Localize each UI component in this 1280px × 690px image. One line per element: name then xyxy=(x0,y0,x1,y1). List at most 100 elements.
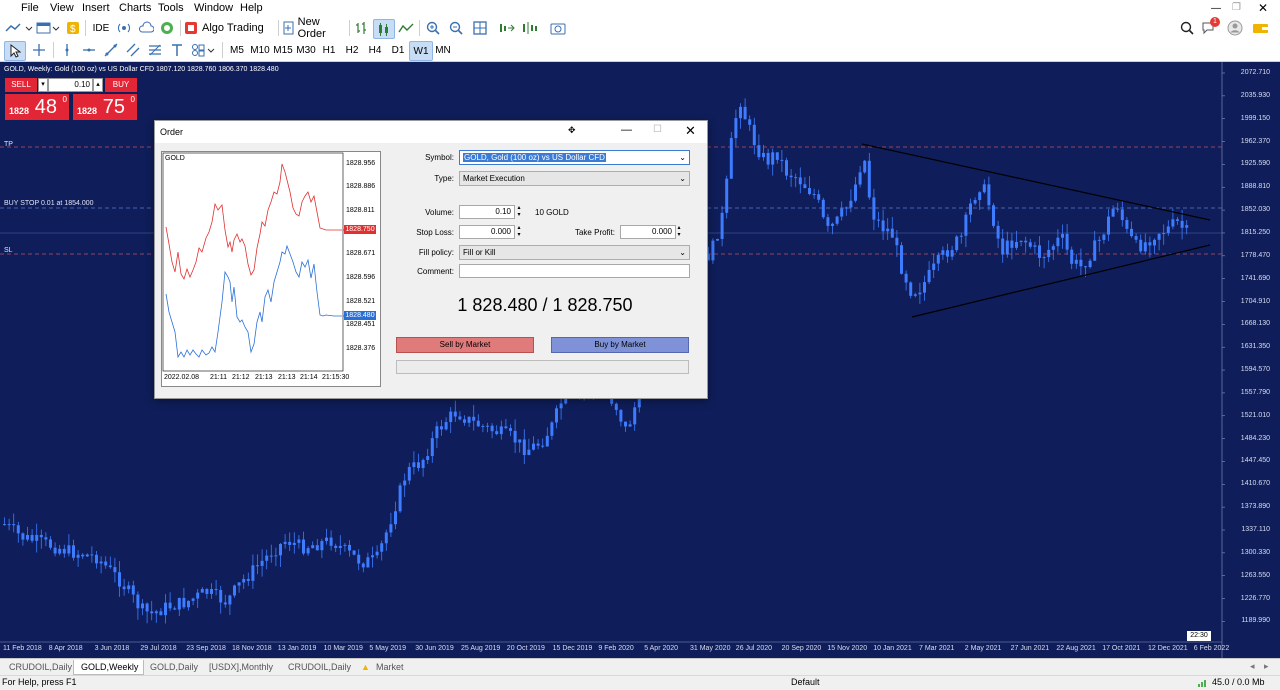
dialog-titlebar[interactable]: Order ✥ — ☐ ✕ xyxy=(155,121,707,143)
search-button[interactable] xyxy=(1178,19,1196,37)
price-axis-label: 1852.030 xyxy=(1240,206,1270,214)
dialog-maximize-icon[interactable]: ☐ xyxy=(653,124,662,135)
line-chart-button[interactable] xyxy=(397,19,415,37)
timeframe-h4-button[interactable]: H4 xyxy=(364,41,386,59)
timeframe-mn-button[interactable]: MN xyxy=(432,41,454,59)
timeframe-m10-button[interactable]: M10 xyxy=(249,41,271,59)
volume-spinner[interactable]: ▴ ▾ xyxy=(515,205,523,219)
type-select[interactable]: Market Execution ⌄ xyxy=(459,171,690,186)
scroll-left-icon[interactable]: ◂ xyxy=(1250,661,1255,672)
volume-up-button[interactable]: ▴ xyxy=(93,78,103,92)
tile-windows-button[interactable] xyxy=(471,19,489,37)
vertical-line-tool-button[interactable] xyxy=(56,41,78,59)
marketplace-button[interactable] xyxy=(1251,19,1271,37)
minimize-icon[interactable]: — xyxy=(1211,3,1221,14)
market-watch-button[interactable]: $ xyxy=(64,19,82,37)
cursor-tool-button[interactable] xyxy=(4,41,26,61)
timeframe-m30-button[interactable]: M30 xyxy=(295,41,317,59)
menu-file[interactable]: File xyxy=(21,2,39,14)
symbol-select[interactable]: GOLD, Gold (100 oz) vs US Dollar CFD ⌄ xyxy=(459,150,690,165)
close-icon[interactable]: ✕ xyxy=(1258,1,1268,15)
profile-status: Default xyxy=(791,677,820,687)
sell-by-market-button[interactable]: Sell by Market xyxy=(396,337,534,353)
candle xyxy=(499,420,503,440)
zoom-in-button[interactable] xyxy=(424,19,442,37)
buy-label[interactable]: BUY xyxy=(105,78,137,92)
menu-view[interactable]: View xyxy=(50,2,74,14)
date-axis-label: 31 May 2020 xyxy=(690,645,731,652)
shapes-tool-button[interactable] xyxy=(190,41,218,59)
crosshair-tool-button[interactable] xyxy=(28,41,50,59)
tab-crudoil-daily-2[interactable]: CRUDOIL,Daily xyxy=(282,660,354,674)
candle xyxy=(923,275,926,301)
profiles-button[interactable] xyxy=(36,19,60,37)
trend-line-tool-button[interactable] xyxy=(100,41,122,59)
tab-gold-daily[interactable]: GOLD,Daily xyxy=(144,660,206,674)
one-click-trading-panel: SELL ▾ 0.10 ▴ BUY 1828 48 0 1828 75 0 xyxy=(5,78,137,120)
new-chart-button[interactable] xyxy=(4,19,34,37)
tab-gold-weekly[interactable]: GOLD,Weekly xyxy=(73,660,144,675)
notifications-button[interactable]: 1 xyxy=(1200,17,1220,37)
tab-market[interactable]: Market xyxy=(374,660,416,674)
candle xyxy=(177,597,181,617)
menu-tools[interactable]: Tools xyxy=(158,2,184,14)
take-profit-field[interactable]: 0.000 xyxy=(620,225,676,239)
stop-loss-spinner[interactable]: ▴ ▾ xyxy=(515,225,523,239)
globe-icon xyxy=(161,22,173,34)
candlestick-chart-button[interactable] xyxy=(373,19,395,39)
timeframe-w1-button[interactable]: W1 xyxy=(409,41,433,61)
candle xyxy=(1079,248,1083,276)
fibonacci-tool-button[interactable] xyxy=(144,41,166,59)
candle xyxy=(913,292,917,298)
dialog-minimize-icon[interactable]: — xyxy=(621,124,632,136)
menu-charts[interactable]: Charts xyxy=(119,2,151,14)
buy-by-market-button[interactable]: Buy by Market xyxy=(551,337,689,353)
candle xyxy=(136,591,140,620)
candle xyxy=(260,549,264,577)
candle xyxy=(458,411,462,421)
signals-button[interactable] xyxy=(115,19,133,37)
take-profit-spinner[interactable]: ▴ ▾ xyxy=(675,225,683,239)
timeframe-d1-button[interactable]: D1 xyxy=(387,41,409,59)
ide-button[interactable]: IDE xyxy=(91,19,111,37)
fill-policy-select[interactable]: Fill or Kill ⌄ xyxy=(459,245,690,260)
channel-tool-button[interactable] xyxy=(122,41,144,59)
menu-insert[interactable]: Insert xyxy=(82,2,110,14)
sell-price-prefix: 1828 xyxy=(9,106,30,116)
new-order-button[interactable]: New Order xyxy=(283,16,345,40)
volume-dropdown-button[interactable]: ▾ xyxy=(38,78,48,92)
sell-label[interactable]: SELL xyxy=(5,78,37,92)
chart-shift-button[interactable] xyxy=(520,19,540,37)
scroll-right-icon[interactable]: ▸ xyxy=(1264,661,1269,672)
screenshot-button[interactable] xyxy=(548,19,568,37)
buy-price-button[interactable]: 1828 75 0 xyxy=(73,94,137,120)
horizontal-line-tool-button[interactable] xyxy=(78,41,100,59)
restore-icon[interactable]: ❐ xyxy=(1232,2,1241,13)
bar-chart-button[interactable] xyxy=(352,19,370,37)
volume-input[interactable]: 0.10 xyxy=(48,78,93,92)
dialog-close-icon[interactable]: ✕ xyxy=(685,123,696,139)
candle xyxy=(251,554,255,589)
text-tool-button[interactable] xyxy=(166,41,188,59)
comment-field[interactable] xyxy=(459,264,690,278)
sell-price-button[interactable]: 1828 48 0 xyxy=(5,94,69,120)
sl-label: SL xyxy=(4,247,13,254)
price-axis-label: 1704.910 xyxy=(1240,297,1270,305)
vps-button[interactable] xyxy=(137,19,155,37)
account-button[interactable] xyxy=(1226,19,1244,37)
algo-trading-button[interactable]: Algo Trading xyxy=(184,19,274,37)
autoscroll-button[interactable] xyxy=(497,19,517,37)
community-button[interactable] xyxy=(158,19,176,37)
tab-crudoil-daily[interactable]: CRUDOIL,Daily xyxy=(3,660,75,674)
price-axis-label: 1373.890 xyxy=(1240,503,1270,511)
timeframe-h2-button[interactable]: H2 xyxy=(341,41,363,59)
stop-loss-field[interactable]: 0.000 xyxy=(459,225,515,239)
menu-window[interactable]: Window xyxy=(194,2,233,14)
volume-field[interactable]: 0.10 xyxy=(459,205,515,219)
menu-help[interactable]: Help xyxy=(240,2,263,14)
zoom-out-button[interactable] xyxy=(447,19,465,37)
timeframe-m15-button[interactable]: M15 xyxy=(272,41,294,59)
tab-usdx-monthly[interactable]: [USDX],Monthly xyxy=(203,660,283,674)
timeframe-m5-button[interactable]: M5 xyxy=(226,41,248,59)
timeframe-h1-button[interactable]: H1 xyxy=(318,41,340,59)
